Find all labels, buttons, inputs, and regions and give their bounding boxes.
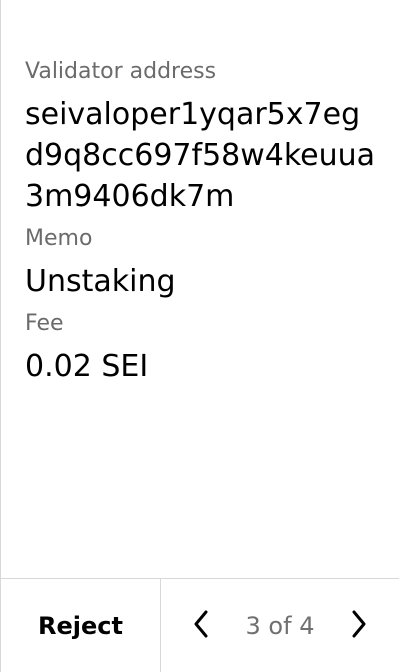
chevron-left-icon [193,610,209,642]
validator-address-label: Validator address [25,59,217,84]
transaction-details: Validator address seivaloper1yqar5x7egd9… [25,58,379,387]
memo-value: Unstaking [25,264,176,299]
validator-address-value: seivaloper1yqar5x7egd9q8cc697f58w4keuua3… [25,97,376,214]
footer-bar: Reject 3 of 4 [1,578,399,672]
pager: 3 of 4 [161,579,399,672]
chevron-right-icon [351,610,367,642]
fee-label: Fee [25,311,64,336]
fee-value: 0.02 SEI [25,349,149,384]
memo-label: Memo [25,226,93,251]
prev-page-button[interactable] [187,606,215,646]
page-indicator: 3 of 4 [245,611,315,640]
transaction-review-screen: Validator address seivaloper1yqar5x7egd9… [0,0,399,672]
next-page-button[interactable] [345,606,373,646]
reject-button[interactable]: Reject [1,579,161,672]
